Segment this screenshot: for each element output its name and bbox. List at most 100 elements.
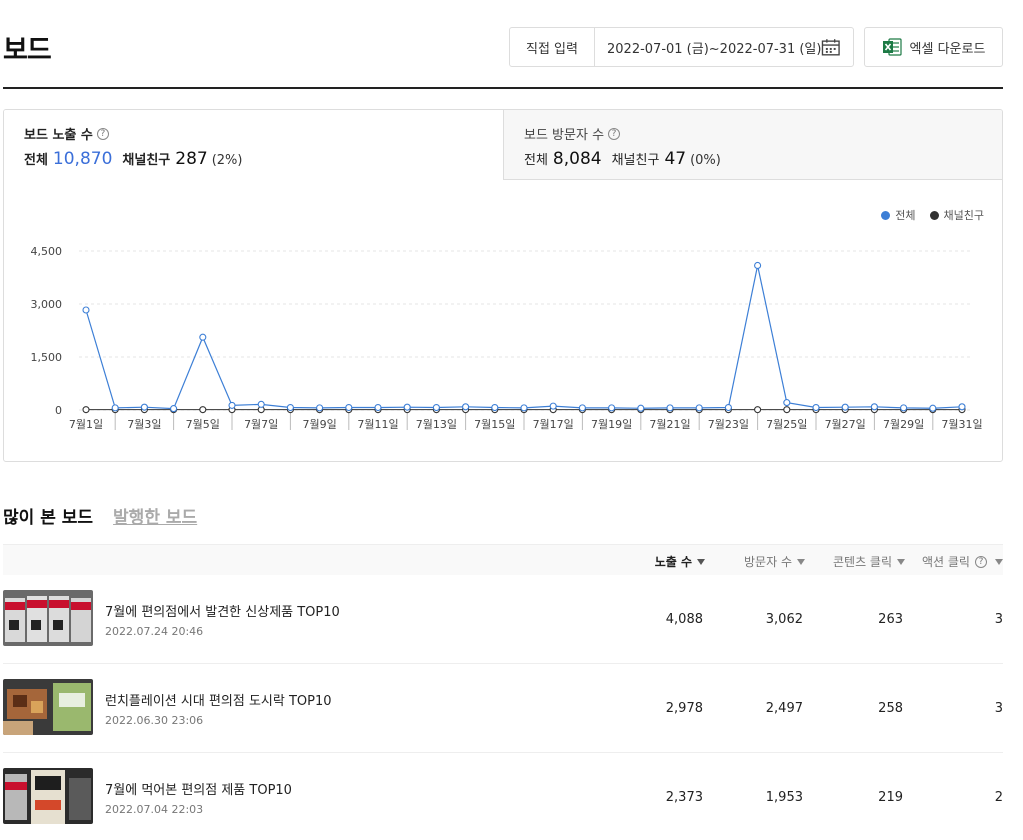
data-point (578, 404, 586, 412)
board-date: 2022.06.30 23:06 (105, 714, 204, 727)
data-point (637, 404, 645, 412)
content-clicks-value: 263 (878, 612, 903, 627)
data-point (140, 403, 148, 411)
y-tick-label: 4,500 (31, 245, 63, 258)
board-title[interactable]: 7월에 편의점에서 발견한 신상제품 TOP10 (105, 601, 340, 620)
data-point (812, 403, 820, 412)
y-tick-label: 0 (55, 404, 62, 417)
sort-down-icon (797, 558, 805, 565)
data-point (111, 404, 119, 412)
visitors-value: 1,953 (765, 790, 803, 805)
data-point (257, 400, 265, 408)
excel-icon (882, 38, 902, 56)
table-row[interactable]: 런치플레이션 시대 편의점 도시락 TOP10 2022.06.30 23:06… (3, 664, 1003, 753)
page-header: 보드 직접 입력 2022-07-01 (금)~2022-07-31 (일) 엑… (3, 0, 1003, 89)
series-line-total (85, 265, 963, 410)
board-title[interactable]: 7월에 먹어본 편의점 제품 TOP10 (105, 779, 292, 798)
action-clicks-value: 3 (994, 701, 1003, 716)
data-point (170, 405, 178, 413)
page-title: 보드 (3, 35, 52, 66)
data-point (841, 403, 849, 411)
data-point (462, 403, 470, 411)
x-tick-label: 7월7일 (244, 417, 278, 431)
sort-down-icon (897, 558, 905, 565)
data-point (608, 404, 616, 412)
date-picker[interactable]: 직접 입력 2022-07-01 (금)~2022-07-31 (일) (509, 27, 854, 67)
data-point (958, 403, 966, 411)
column-label: 액션 클릭 (922, 555, 970, 569)
data-point (82, 306, 90, 314)
column-label: 방문자 수 (744, 555, 792, 569)
help-icon[interactable]: ? (974, 555, 987, 568)
data-point (199, 406, 207, 414)
x-tick-label: 7월21일 (649, 417, 690, 431)
x-tick-label: 7월15일 (474, 417, 515, 431)
x-tick-label: 7월5일 (186, 417, 220, 431)
x-tick-label: 7월27일 (825, 417, 866, 431)
date-mode-button[interactable]: 직접 입력 (510, 28, 595, 66)
visitors-value: 2,497 (765, 701, 803, 716)
data-point (783, 406, 791, 414)
table-row[interactable]: 7월에 편의점에서 발견한 신상제품 TOP10 2022.07.24 20:4… (3, 575, 1003, 664)
date-range-text[interactable]: 2022-07-01 (금)~2022-07-31 (일) (595, 38, 821, 57)
excel-download-button[interactable]: 엑셀 다운로드 (864, 27, 1003, 67)
x-tick-label: 7월23일 (708, 417, 749, 431)
column-action-clicks[interactable]: 액션 클릭? (922, 553, 1003, 570)
table-header: 노출 수 방문자 수 콘텐츠 클릭 액션 클릭? (3, 544, 1003, 575)
action-clicks-value: 3 (994, 612, 1003, 627)
action-clicks-value: 2 (994, 790, 1003, 805)
stats-panel: 보드 노출 수 ? 전체 10,870 채널친구 287 (2%) 보드 방문자… (3, 109, 1003, 462)
data-point (432, 403, 440, 412)
impressions-value: 4,088 (665, 612, 703, 627)
data-point (345, 403, 353, 412)
content-clicks-value: 219 (878, 790, 903, 805)
board-title[interactable]: 런치플레이션 시대 편의점 도시락 TOP10 (105, 690, 332, 709)
x-tick-label: 7월19일 (591, 417, 632, 431)
board-date: 2022.07.24 20:46 (105, 625, 204, 638)
calendar-icon[interactable] (821, 38, 841, 56)
data-point (286, 403, 294, 412)
column-content-clicks[interactable]: 콘텐츠 클릭 (833, 553, 905, 570)
data-point (520, 404, 528, 412)
sort-down-icon (697, 558, 705, 565)
data-point (695, 404, 703, 412)
data-point (724, 403, 732, 412)
data-point (374, 403, 382, 412)
x-tick-label: 7월13일 (416, 417, 457, 431)
data-point (491, 403, 499, 412)
content-clicks-value: 258 (878, 701, 903, 716)
column-label: 콘텐츠 클릭 (832, 555, 892, 569)
data-point (549, 402, 557, 410)
impressions-value: 2,978 (665, 701, 703, 716)
line-chart: 0 1,500 3,000 4,500 7월1일 7월3일 7월5일 7월7일 7월9일 7월11… (31, 245, 983, 431)
data-point (316, 404, 324, 412)
table-row[interactable]: 7월에 먹어본 편의점 제품 TOP10 2022.07.04 22:03 2,… (3, 753, 1003, 840)
y-tick-label: 3,000 (31, 298, 63, 311)
x-tick-label: 7월25일 (766, 417, 807, 431)
y-tick-label: 1,500 (31, 351, 63, 364)
column-visitors[interactable]: 방문자 수 (744, 553, 805, 570)
data-point (228, 401, 236, 409)
data-point (754, 406, 762, 414)
data-point (870, 403, 878, 411)
x-tick-label: 7월31일 (941, 417, 982, 431)
column-label: 노출 수 (654, 555, 692, 569)
tab-published[interactable]: 발행한 보드 (113, 503, 197, 528)
data-point (783, 399, 791, 407)
data-point (929, 404, 937, 412)
x-tick-label: 7월9일 (302, 417, 336, 431)
x-tick-label: 7월3일 (127, 417, 161, 431)
x-tick-label: 7월17일 (533, 417, 574, 431)
data-point (666, 404, 674, 412)
data-point (82, 406, 90, 414)
tab-most-viewed[interactable]: 많이 본 보드 (3, 503, 93, 528)
visitors-value: 3,062 (765, 612, 803, 627)
column-impressions[interactable]: 노출 수 (655, 553, 705, 570)
x-tick-label: 7월29일 (883, 417, 924, 431)
data-point (754, 261, 762, 270)
excel-download-label: 엑셀 다운로드 (909, 41, 986, 57)
thumbnail-image (3, 590, 93, 646)
x-tick-label: 7월11일 (357, 417, 398, 431)
section-tabs: 많이 본 보드 발행한 보드 (3, 503, 197, 528)
thumbnail-image (3, 679, 93, 735)
